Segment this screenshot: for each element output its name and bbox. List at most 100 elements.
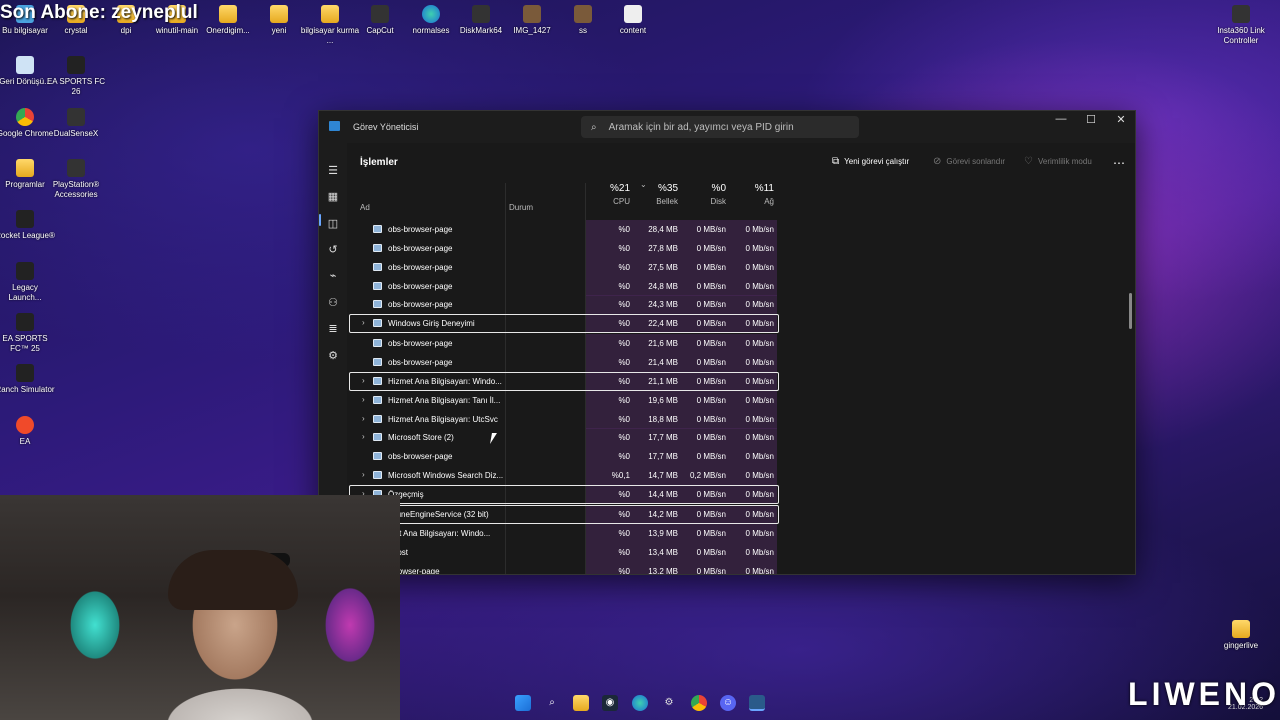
desktop-icon[interactable]: Legacy Launch... — [0, 262, 55, 303]
process-mem-value: 17,7 MB — [648, 452, 678, 461]
expand-chevron-icon[interactable]: › — [362, 376, 365, 385]
folder-icon — [219, 5, 237, 23]
column-name-label: Ad — [360, 203, 370, 212]
column-header-cpu[interactable]: %21 CPU — [585, 183, 630, 217]
performance-icon[interactable]: ◫ — [325, 216, 341, 232]
desktop-icon[interactable]: EA SPORTS FC™ 25 — [0, 313, 55, 354]
process-row[interactable]: obs-browser-page %0 27,8 MB 0 MB/sn 0 Mb/sn — [347, 239, 1135, 258]
folder-icon — [270, 5, 288, 23]
desktop-icon-label: Legacy Launch... — [8, 283, 42, 302]
process-row[interactable]: › Hizmet Ana Bilgisayarı: UtcSvc %0 18,8 MB… — [347, 410, 1135, 429]
maximize-button[interactable]: ☐ — [1076, 113, 1106, 129]
end-task-button[interactable]: ⊘ Görevi sonlandır — [933, 156, 1005, 167]
game-icon — [67, 56, 85, 74]
search-placeholder: Aramak için bir ad, yayımcı veya PID gir… — [608, 121, 794, 133]
start-button-icon[interactable] — [515, 695, 531, 711]
process-net-value: 0 Mb/sn — [745, 490, 774, 499]
chrome-icon[interactable] — [691, 695, 707, 711]
column-status-label: Durum — [509, 203, 534, 212]
process-row[interactable]: obs-browser-page %0 24,8 MB 0 MB/sn 0 Mb/sn — [347, 277, 1135, 296]
desktop-icon[interactable]: DualSenseX — [46, 108, 106, 139]
process-row[interactable]: › Windows Giriş Deneyimi %0 22,4 MB 0 MB/sn 0… — [347, 314, 1135, 333]
steam-icon[interactable]: ◉ — [602, 695, 618, 711]
process-row[interactable]: › Hizmet Ana Bilgisayarı: Tanı İl... %0 19,… — [347, 391, 1135, 410]
expand-chevron-icon[interactable]: › — [362, 470, 365, 479]
process-row[interactable]: obs-browser-page %0 24,3 MB 0 MB/sn 0 Mb/sn — [347, 295, 1135, 314]
scrollbar-thumb[interactable] — [1129, 293, 1132, 329]
process-net-value: 0 Mb/sn — [745, 433, 774, 442]
process-name: obs-browser-page — [388, 244, 453, 253]
column-header-disk[interactable]: %0 Disk — [681, 183, 726, 217]
process-row[interactable]: obs-browser-page %0 21,4 MB 0 MB/sn 0 Mb/sn — [347, 353, 1135, 372]
file-explorer-icon[interactable] — [573, 695, 589, 711]
close-button[interactable]: ✕ — [1106, 113, 1135, 129]
desktop-icon[interactable]: gingerlive — [1211, 620, 1271, 651]
desktop-icon[interactable]: EA — [0, 416, 55, 447]
process-row[interactable]: obs-browser-page %0 28,4 MB 0 MB/sn 0 Mb/sn — [347, 220, 1135, 239]
process-icon — [373, 300, 382, 308]
more-options-icon[interactable]: ⋯ — [1113, 156, 1125, 170]
column-header-network[interactable]: %11 Ağ — [729, 183, 774, 217]
process-disk-value: 0 MB/sn — [696, 377, 726, 386]
discord-icon[interactable]: ☺ — [720, 695, 736, 711]
process-row[interactable]: yTuneEngineService (32 bit) %0 14,2 MB 0 MB… — [347, 505, 1135, 524]
desktop-icon[interactable]: Insta360 Link Controller — [1211, 5, 1271, 46]
process-net-value: 0 Mb/sn — [745, 300, 774, 309]
details-icon[interactable]: ≣ — [325, 321, 341, 337]
column-header-status[interactable]: Durum — [509, 183, 579, 217]
chrome-icon — [16, 108, 34, 126]
app-history-icon[interactable]: ↺ — [325, 242, 341, 258]
desktop-icon[interactable]: EA SPORTS FC 26 — [46, 56, 106, 97]
process-cpu-value: %0 — [618, 490, 630, 499]
services-icon[interactable]: ⚙ — [325, 348, 341, 364]
expand-chevron-icon[interactable]: › — [362, 414, 365, 423]
users-icon[interactable]: ⚇ — [325, 295, 341, 311]
desktop-icon[interactable]: Rocket League® — [0, 210, 55, 241]
process-row[interactable]: met Ana Bilgisayarı: Windo... %0 13,9 MB 0 … — [347, 524, 1135, 543]
search-box[interactable]: ⌕ Aramak için bir ad, yayımcı veya PID g… — [581, 116, 859, 138]
process-row[interactable]: -browser-page %0 13,2 MB 0 MB/sn 0 Mb/sn — [347, 562, 1135, 575]
column-header-memory[interactable]: %35 Bellek — [633, 183, 678, 217]
desktop-icon[interactable]: content — [603, 5, 663, 36]
expand-chevron-icon[interactable]: › — [362, 432, 365, 441]
efficiency-mode-button[interactable]: ♡ Verimlilik modu — [1024, 156, 1092, 167]
search-taskbar-icon[interactable]: ⌕ — [544, 695, 560, 711]
startup-apps-icon[interactable]: ⌁ — [325, 268, 341, 284]
process-net-value: 0 Mb/sn — [745, 358, 774, 367]
process-row[interactable]: › Microsoft Windows Search Diz... %0,1 14,7… — [347, 466, 1135, 485]
process-cpu-value: %0 — [618, 319, 630, 328]
process-disk-value: 0 MB/sn — [696, 510, 726, 519]
process-cpu-value: %0 — [618, 244, 630, 253]
hamburger-menu-icon[interactable]: ☰ — [325, 163, 341, 179]
process-mem-value: 14,4 MB — [648, 490, 678, 499]
edge-icon[interactable] — [632, 695, 648, 711]
expand-chevron-icon[interactable]: › — [362, 318, 365, 327]
minimize-button[interactable]: — — [1046, 113, 1076, 129]
process-row[interactable]: › Özgeçmiş %0 14,4 MB 0 MB/sn 0 Mb/sn — [347, 485, 1135, 504]
processes-icon[interactable]: ▦ — [325, 189, 341, 205]
process-cpu-value: %0 — [618, 567, 630, 575]
process-row[interactable]: › Hizmet Ana Bilgisayarı: Windo... %0 21,1 … — [347, 372, 1135, 391]
settings-icon[interactable]: ⚙ — [661, 695, 677, 711]
process-disk-value: 0 MB/sn — [696, 490, 726, 499]
process-cpu-value: %0 — [618, 415, 630, 424]
process-row[interactable]: obs-browser-page %0 27,5 MB 0 MB/sn 0 Mb/sn — [347, 258, 1135, 277]
process-row[interactable]: › Microsoft Store (2) %0 17,7 MB 0 MB/sn 0 Mb… — [347, 428, 1135, 447]
process-row[interactable]: obs-browser-page %0 21,6 MB 0 MB/sn 0 Mb/sn — [347, 334, 1135, 353]
process-disk-value: 0 MB/sn — [696, 529, 726, 538]
expand-chevron-icon[interactable]: › — [362, 395, 365, 404]
run-new-task-button[interactable]: ⧉ Yeni görevi çalıştır — [832, 156, 909, 167]
desktop-icon-label: PlayStation® Accessories — [52, 180, 100, 199]
desktop-icon[interactable]: PlayStation® Accessories — [46, 159, 106, 200]
desktop-icon-label: Ranch Simulator — [0, 385, 55, 394]
process-net-value: 0 Mb/sn — [745, 567, 774, 575]
column-header-name[interactable]: Ad — [360, 183, 460, 217]
process-cpu-value: %0 — [618, 452, 630, 461]
desktop-icon[interactable]: Ranch Simulator — [0, 364, 55, 395]
process-icon — [373, 396, 382, 404]
process-row[interactable]: obs-browser-page %0 17,7 MB 0 MB/sn 0 Mb/sn — [347, 447, 1135, 466]
process-cpu-value: %0 — [618, 529, 630, 538]
process-disk-value: 0 MB/sn — [696, 567, 726, 575]
task-manager-taskbar-icon[interactable] — [749, 695, 765, 711]
process-row[interactable]: llHost %0 13,4 MB 0 MB/sn 0 Mb/sn — [347, 543, 1135, 562]
